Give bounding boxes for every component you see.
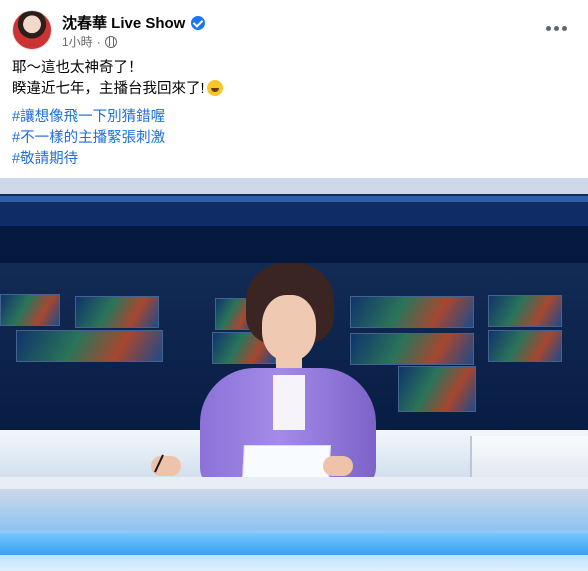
author-row: 沈春華 Live Show xyxy=(62,12,206,33)
studio-ceiling xyxy=(0,196,588,202)
meta-separator: · xyxy=(96,34,101,49)
more-options-icon xyxy=(545,25,551,31)
facebook-post: 沈春華 Live Show 1小時 · 耶～這也太神奇了！ 睽違近七年，主播台我… xyxy=(0,0,588,571)
post-text-line: 睽違近七年，主播台我回來了! xyxy=(12,79,576,100)
post-time[interactable]: 1小時 xyxy=(62,33,93,50)
studio-screen xyxy=(488,330,562,362)
anchor-shirt xyxy=(273,375,305,430)
studio-screen xyxy=(16,330,163,362)
more-options-button[interactable] xyxy=(542,18,570,38)
studio-screen xyxy=(398,366,476,412)
hashtag-link[interactable]: #敬請期待 xyxy=(12,149,165,170)
more-options-icon xyxy=(553,25,559,31)
author-name[interactable]: 沈春華 Live Show xyxy=(62,12,185,33)
more-options-icon xyxy=(561,25,567,31)
hashtag-link[interactable]: #不一樣的主播緊張刺激 xyxy=(12,128,165,149)
desk-glow xyxy=(0,533,588,555)
studio-screen xyxy=(488,295,562,327)
post-text: 耶～這也太神奇了！ 睽違近七年，主播台我回來了! xyxy=(12,58,576,100)
news-anchor-photo[interactable] xyxy=(0,178,588,571)
grinning-emoji-icon xyxy=(206,80,223,96)
post-text-line: 耶～這也太神奇了！ xyxy=(12,60,143,76)
post-header: 沈春華 Live Show 1小時 · xyxy=(12,10,576,52)
globe-icon xyxy=(104,35,117,48)
studio-screen xyxy=(75,296,159,328)
author-avatar[interactable] xyxy=(12,10,52,50)
post-meta: 1小時 · xyxy=(62,33,117,50)
anchor-hand-right xyxy=(323,456,353,476)
script-paper xyxy=(242,445,331,480)
verified-badge-icon xyxy=(191,15,206,30)
hashtag-list: #讓想像飛一下別猜錯喔 #不一樣的主播緊張刺激 #敬請期待 xyxy=(12,107,165,170)
studio-screen xyxy=(0,294,60,326)
desk-top xyxy=(0,477,588,489)
hashtag-link[interactable]: #讓想像飛一下別猜錯喔 xyxy=(12,107,165,128)
anchor-face xyxy=(262,295,316,361)
post-text-line-content: 睽違近七年，主播台我回來了! xyxy=(12,81,205,97)
